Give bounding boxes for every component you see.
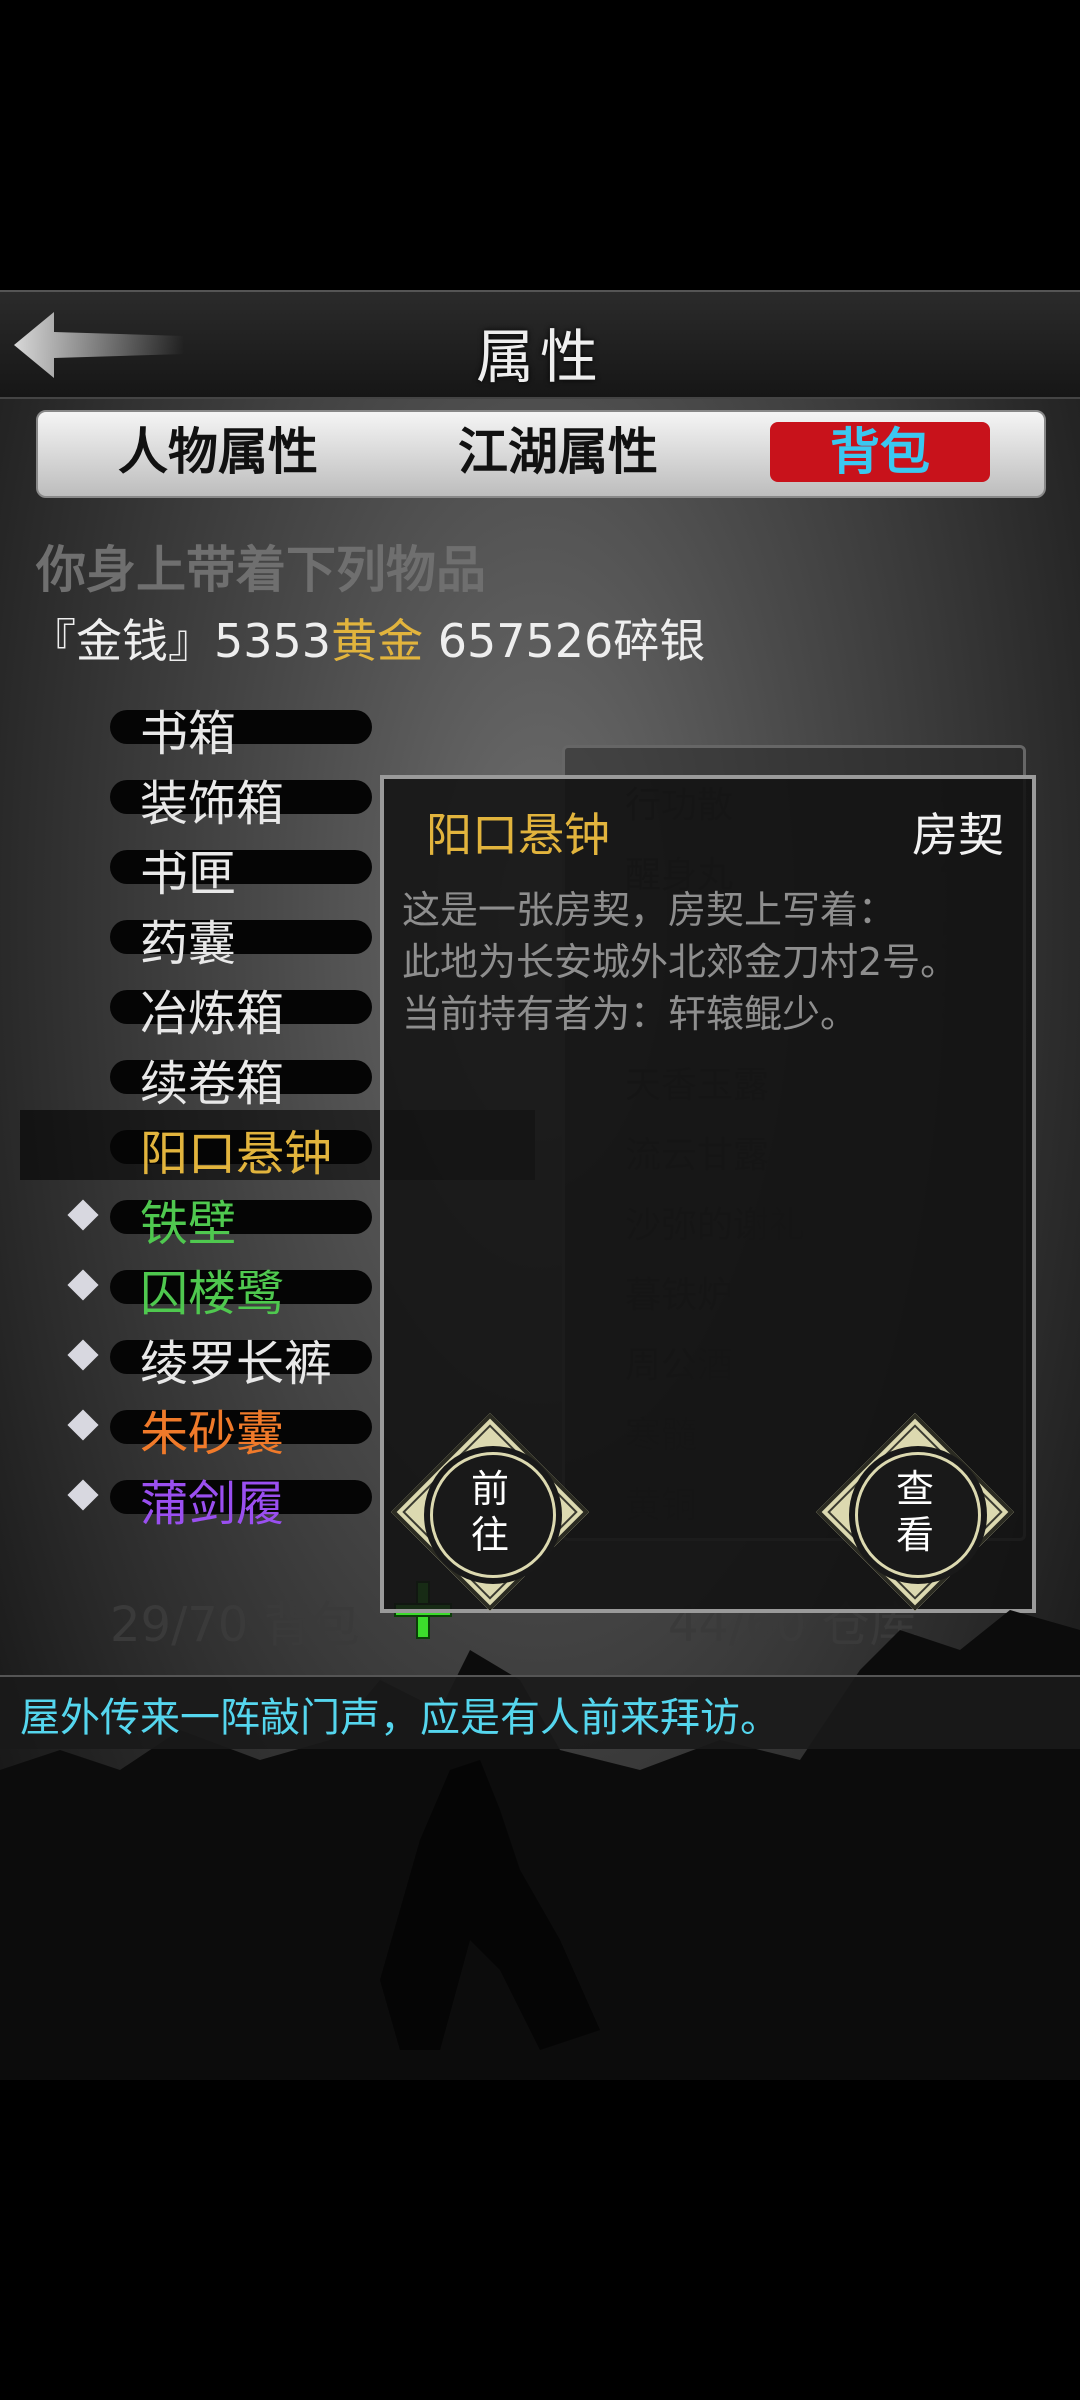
- diamond-marker-icon: [67, 1409, 99, 1441]
- diamond-marker-icon: [67, 1339, 99, 1371]
- inventory-item-name: 绫罗长裤: [140, 1336, 333, 1392]
- inventory-item-name: 装饰箱: [140, 776, 285, 832]
- inventory-item-name: 阳口悬钟: [140, 1126, 333, 1182]
- page-title: 属性: [475, 323, 604, 391]
- inventory-item-name: 续卷箱: [140, 1056, 285, 1112]
- inventory-item-name: 书匣: [140, 846, 237, 902]
- dialog-item-type: 房契: [912, 808, 1004, 862]
- dialog-description: 这是一张房契，房契上写着： 此地为长安城外北郊金刀村2号。 当前持有者为：轩辕鲲…: [402, 884, 1022, 1040]
- inventory-item-name: 朱砂囊: [140, 1406, 285, 1462]
- diamond-marker-icon: [67, 1269, 99, 1301]
- description-line: 当前持有者为：轩辕鲲少。: [402, 992, 859, 1036]
- dialog-item-name: 阳口悬钟: [426, 808, 610, 862]
- money-line: 『金钱』5353黄金 657526碎银: [30, 605, 705, 671]
- tab-backpack[interactable]: 背包: [770, 422, 990, 482]
- description-line: 这是一张房契，房契上写着：: [402, 888, 897, 932]
- diamond-marker-icon: [67, 1479, 99, 1511]
- gold-amount: 5353: [214, 614, 332, 668]
- tab-bar: 人物属性 江湖属性 背包: [36, 410, 1046, 498]
- message-bar: 屋外传来一阵敲门声，应是有人前来拜访。: [0, 1675, 1080, 1749]
- inventory-item[interactable]: 书箱: [0, 690, 540, 762]
- carry-heading: 你身上带着下列物品: [36, 540, 486, 599]
- message-text: 屋外传来一阵敲门声，应是有人前来拜访。: [20, 1695, 780, 1741]
- inventory-item-name: 书箱: [140, 706, 237, 762]
- background-silhouette-image: [0, 1610, 1080, 2080]
- inventory-item-name: 铁壁: [140, 1196, 237, 1252]
- tab-character-attributes[interactable]: 人物属性: [88, 422, 348, 482]
- header-bar: 属性: [0, 290, 1080, 399]
- inventory-item-name: 药囊: [140, 916, 237, 972]
- gold-label: 黄金: [331, 614, 424, 668]
- go-label-char: 前: [470, 1467, 509, 1511]
- diamond-marker-icon: [67, 1199, 99, 1231]
- inventory-item-name: 冶炼箱: [140, 986, 285, 1042]
- money-prefix: 『金钱』: [30, 614, 214, 668]
- tab-jianghu-attributes[interactable]: 江湖属性: [428, 422, 688, 482]
- game-scene: 属性 人物属性 江湖属性 背包 你身上带着下列物品 『金钱』5353黄金 657…: [0, 290, 1080, 2080]
- inventory-item-name: 囚楼鹭: [140, 1266, 285, 1322]
- item-detail-dialog: 阳口悬钟 房契 这是一张房契，房契上写着： 此地为长安城外北郊金刀村2号。 当前…: [380, 775, 1036, 1613]
- silver-amount: 657526碎银: [437, 614, 706, 668]
- view-label-char: 查: [895, 1467, 934, 1511]
- description-line: 此地为长安城外北郊金刀村2号。: [402, 940, 959, 984]
